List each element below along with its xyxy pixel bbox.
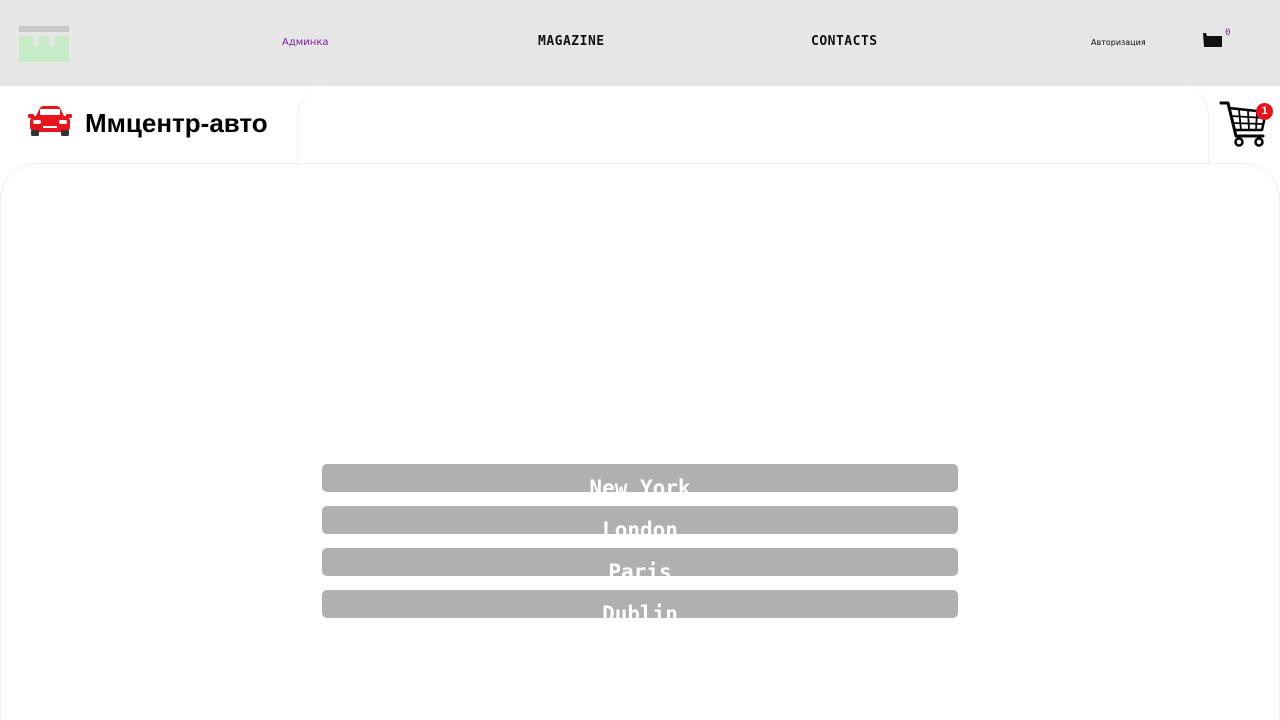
brand-name[interactable]: Ммцентр-авто bbox=[85, 108, 268, 139]
city-item-new-york[interactable]: New York bbox=[322, 464, 958, 492]
site-logo[interactable] bbox=[19, 24, 69, 62]
nav-link-contacts[interactable]: CONTACTS bbox=[811, 34, 878, 49]
logo-notch bbox=[33, 36, 39, 46]
header-cart-count: 0 bbox=[1225, 28, 1231, 38]
city-label: Dublin bbox=[602, 602, 678, 618]
car-icon[interactable] bbox=[28, 104, 72, 138]
city-item-paris[interactable]: Paris bbox=[322, 548, 958, 576]
city-label: London bbox=[602, 518, 678, 534]
city-list: New York London Paris Dublin bbox=[322, 464, 958, 632]
main-content-panel bbox=[0, 163, 1280, 720]
logo-notch bbox=[49, 36, 55, 46]
shopping-bag-icon bbox=[1203, 33, 1222, 47]
cart-count-badge: 1 bbox=[1256, 103, 1273, 120]
city-item-london[interactable]: London bbox=[322, 506, 958, 534]
nav-link-magazine[interactable]: MAGAZINE bbox=[538, 34, 605, 49]
city-label: Paris bbox=[608, 560, 672, 576]
logo-block bbox=[19, 36, 69, 62]
city-item-dublin[interactable]: Dublin bbox=[322, 590, 958, 618]
nav-link-admin[interactable]: Админка bbox=[282, 37, 329, 48]
header-panel bbox=[297, 86, 1209, 166]
header-cart[interactable]: 0 bbox=[1203, 28, 1231, 50]
top-navigation-bar: Админка MAGAZINE CONTACTS Авторизация 0 bbox=[0, 0, 1280, 86]
nav-link-auth[interactable]: Авторизация bbox=[1091, 38, 1146, 47]
cart-button[interactable]: 1 bbox=[1219, 100, 1275, 148]
logo-stripe bbox=[19, 26, 69, 32]
city-label: New York bbox=[589, 476, 691, 492]
